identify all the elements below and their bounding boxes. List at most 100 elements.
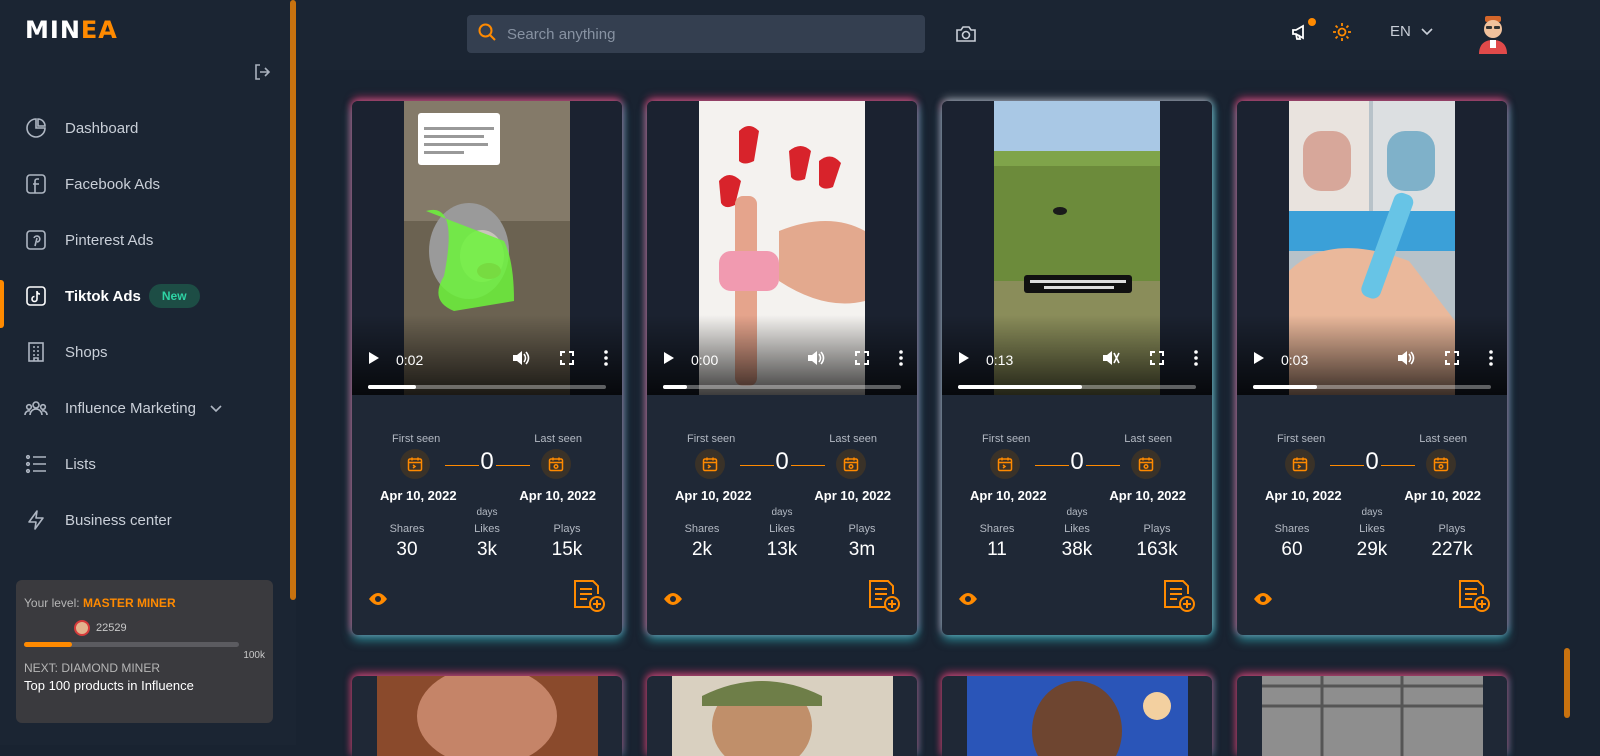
play-icon[interactable] [663,351,675,368]
page-scrollbar-thumb[interactable] [1564,648,1570,718]
ad-card[interactable]: 0:00 First seen Last seen 0 days Apr 10, … [647,101,917,635]
more-vertical-icon[interactable] [899,350,903,369]
volume-icon[interactable] [512,350,530,369]
video-progress-fill [368,385,416,389]
language-selector[interactable]: EN [1390,23,1433,40]
timeline-line [1330,465,1364,466]
more-vertical-icon[interactable] [1489,350,1493,369]
plays-stat: Plays 15k [551,523,583,560]
video-progress[interactable] [663,385,901,389]
volume-icon[interactable] [1397,350,1415,369]
volume-muted-icon[interactable] [1102,350,1120,369]
video-player[interactable]: 0:02 [352,101,622,395]
video-player[interactable]: 0:03 [1237,101,1507,395]
video-progress[interactable] [958,385,1196,389]
camera-icon[interactable] [955,24,977,49]
video-progress[interactable] [1253,385,1491,389]
search-input[interactable] [507,25,907,43]
ad-card[interactable]: 0:03 First seen Last seen 0 days Apr 10, … [1237,101,1507,635]
user-avatar[interactable] [1476,14,1510,54]
add-to-list-icon[interactable] [1457,579,1491,618]
fullscreen-icon[interactable] [1445,351,1459,368]
play-icon[interactable] [1253,351,1265,368]
fullscreen-icon[interactable] [560,351,574,368]
logo[interactable]: MINEA [25,16,118,44]
video-controls: 0:03 [1237,315,1507,395]
calendar-last-icon [1426,449,1456,479]
first-seen-label: First seen [392,433,441,445]
shares-stat: Shares 2k [684,523,720,560]
collapse-sidebar-icon[interactable] [252,62,272,82]
level-card[interactable]: Your level: MASTER MINER 22529 100k NEXT… [16,580,273,723]
ad-card[interactable]: 0:02 First seen Last seen 0 days Apr 10, … [352,101,622,635]
sidebar-item-lists[interactable]: Lists [0,436,290,492]
more-vertical-icon[interactable] [1194,350,1198,369]
level-line: Your level: MASTER MINER [24,596,176,610]
plays-stat: Plays 163k [1136,523,1178,560]
megaphone-icon[interactable] [1290,22,1310,47]
video-time: 0:00 [691,351,719,368]
ad-card[interactable]: 0:13 First seen Last seen 0 days Apr 10, … [942,101,1212,635]
first-seen-label: First seen [687,433,736,445]
days-label: days [1066,507,1088,518]
ad-card[interactable] [352,676,622,756]
add-to-list-icon[interactable] [572,579,606,618]
last-seen-date: Apr 10, 2022 [519,488,596,503]
calendar-last-icon [1131,449,1161,479]
volume-icon[interactable] [807,350,825,369]
likes-stat: Likes 29k [1356,523,1388,560]
eye-icon[interactable] [958,592,978,611]
chevron-down-icon[interactable] [210,400,222,417]
sidebar-item-dashboard[interactable]: Dashboard [0,100,290,156]
days-count: 0 [1365,448,1379,475]
video-time: 0:03 [1281,351,1309,368]
sun-icon[interactable] [1332,22,1352,47]
level-points: 22529 [96,622,127,634]
likes-stat: Likes 13k [766,523,798,560]
first-seen-label: First seen [982,433,1031,445]
eye-icon[interactable] [1253,592,1273,611]
sidebar-item-influence-marketing[interactable]: Influence Marketing [0,380,290,436]
page-scrollbar[interactable] [1564,70,1600,745]
sidebar-item-label: Tiktok Ads [65,287,141,305]
sidebar-item-facebook-ads[interactable]: Facebook Ads [0,156,290,212]
play-icon[interactable] [368,351,380,368]
video-player[interactable]: 0:00 [647,101,917,395]
level-progress-bar [24,642,239,647]
add-to-list-icon[interactable] [867,579,901,618]
new-badge: New [148,284,200,308]
ad-card[interactable] [647,676,917,756]
level-progress-fill [24,642,73,647]
timeline-line [496,465,530,466]
level-next-desc: Top 100 products in Influence [24,678,194,693]
first-seen-label: First seen [1277,433,1326,445]
calendar-first-icon [990,449,1020,479]
likes-stat: Likes 3k [474,523,500,560]
fullscreen-icon[interactable] [855,351,869,368]
video-progress[interactable] [368,385,606,389]
days-label: days [1361,507,1383,518]
fullscreen-icon[interactable] [1150,351,1164,368]
video-progress-fill [663,385,687,389]
calendar-last-icon [836,449,866,479]
video-player[interactable]: 0:13 [942,101,1212,395]
avatar [74,620,90,636]
eye-icon[interactable] [368,592,388,611]
more-vertical-icon[interactable] [604,350,608,369]
eye-icon[interactable] [663,592,683,611]
sidebar-nav: Dashboard Facebook Ads Pinterest Ads Tik… [0,100,290,548]
sidebar-item-pinterest-ads[interactable]: Pinterest Ads [0,212,290,268]
ad-card[interactable] [1237,676,1507,756]
days-label: days [771,507,793,518]
play-icon[interactable] [958,351,970,368]
ad-card[interactable] [942,676,1212,756]
plays-stat: Plays 3m [848,523,876,560]
search-bar[interactable] [467,15,925,53]
sidebar-item-tiktok-ads[interactable]: Tiktok Ads New [0,268,290,328]
sidebar-item-business-center[interactable]: Business center [0,492,290,548]
last-seen-label: Last seen [829,433,877,445]
sidebar-item-shops[interactable]: Shops [0,324,290,380]
timeline-line [1086,465,1120,466]
sidebar: MINEA Dashboard Facebook Ads Pinterest A… [0,0,296,745]
add-to-list-icon[interactable] [1162,579,1196,618]
